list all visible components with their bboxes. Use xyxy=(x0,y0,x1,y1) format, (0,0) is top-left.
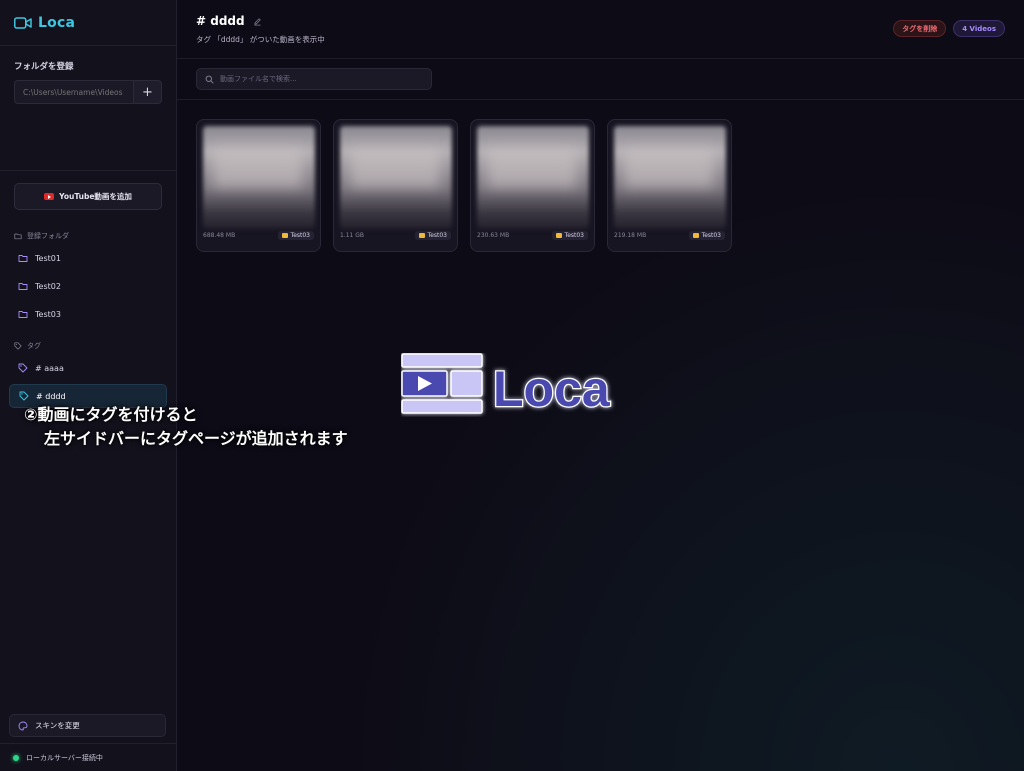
folder-register-title: フォルダを登録 xyxy=(14,62,74,72)
sidebar-item-label: Test02 xyxy=(35,281,61,291)
logo-text: Loca xyxy=(493,361,611,417)
sidebar-item-label: # dddd xyxy=(36,391,66,401)
search-icon xyxy=(205,75,214,84)
loca-logo: Loca xyxy=(401,353,612,417)
delete-tag-button[interactable]: タグを削除 xyxy=(893,20,947,37)
folder-icon xyxy=(18,255,28,262)
video-camera-icon xyxy=(14,16,32,29)
change-skin-button[interactable]: スキンを変更 xyxy=(9,714,166,737)
folders-header: 登録フォルダ xyxy=(0,229,176,243)
page-subtitle: タグ 「dddd」 がついた動画を表示中 xyxy=(196,35,325,44)
sidebar: Loca フォルダを登録 + YouTube動画を追加 登録フォルダ Test0… xyxy=(0,0,177,771)
file-size: 1.11 GB xyxy=(340,232,365,239)
video-meta: 230.63 MB Test03 xyxy=(477,231,588,240)
caption-line-1: ②動画にタグを付けると xyxy=(24,405,198,424)
folder-chip: Test03 xyxy=(688,231,725,240)
video-thumbnail[interactable] xyxy=(477,126,589,229)
video-meta: 1.11 GB Test03 xyxy=(340,231,451,240)
instruction-caption: ②動画にタグを付けると 左サイドバーにタグページが追加されます xyxy=(24,403,348,451)
add-folder-button[interactable]: + xyxy=(134,80,162,104)
video-meta: 219.18 MB Test03 xyxy=(614,231,725,240)
tags-header-label: タグ xyxy=(27,342,41,350)
sidebar-item-test02[interactable]: Test02 xyxy=(9,274,167,298)
video-card[interactable]: 1.11 GB Test03 xyxy=(333,119,458,252)
folder-icon xyxy=(18,311,28,318)
sidebar-item-label: Test01 xyxy=(35,253,61,263)
folder-chip: Test03 xyxy=(277,231,314,240)
file-size: 688.48 MB xyxy=(203,232,236,239)
folder-chip-label: Test03 xyxy=(427,232,447,239)
search-bar xyxy=(177,59,1024,100)
sidebar-item-label: # aaaa xyxy=(35,363,64,373)
file-size: 230.63 MB xyxy=(477,232,510,239)
edit-icon[interactable] xyxy=(253,17,262,26)
folder-register-section: フォルダを登録 + xyxy=(0,46,176,171)
tag-icon xyxy=(18,363,28,373)
sidebar-item-label: Test03 xyxy=(35,309,61,319)
youtube-icon xyxy=(44,193,55,200)
folder-chip-label: Test03 xyxy=(564,232,584,239)
tags-header: タグ xyxy=(0,339,176,353)
status-dot xyxy=(13,754,19,761)
sidebar-item-tag-aaaa[interactable]: # aaaa xyxy=(9,356,167,380)
add-youtube-label: YouTube動画を追加 xyxy=(59,192,132,201)
tag-icon xyxy=(19,391,29,401)
palette-icon xyxy=(18,721,28,730)
folder-icon xyxy=(281,233,288,238)
server-status-label: ローカルサーバー接続中 xyxy=(26,753,103,762)
brand: Loca xyxy=(0,0,176,46)
change-skin-label: スキンを変更 xyxy=(35,721,80,730)
search-box[interactable] xyxy=(196,68,432,90)
folder-chip: Test03 xyxy=(551,231,588,240)
file-size: 219.18 MB xyxy=(614,232,647,239)
video-grid: 688.48 MB Test03 1.11 GB Test03 230.63 M… xyxy=(196,119,732,252)
video-card[interactable]: 219.18 MB Test03 xyxy=(607,119,732,252)
folder-path-input[interactable] xyxy=(14,80,134,104)
folder-icon xyxy=(418,233,425,238)
add-youtube-button[interactable]: YouTube動画を追加 xyxy=(14,183,162,210)
search-input[interactable] xyxy=(220,75,420,83)
video-thumbnail[interactable] xyxy=(203,126,315,229)
app-name: Loca xyxy=(38,14,76,31)
page-header: # dddd タグ 「dddd」 がついた動画を表示中 タグを削除 4 Vide… xyxy=(177,0,1024,59)
page-title: # dddd xyxy=(196,14,1005,28)
page-title-text: # dddd xyxy=(196,14,245,28)
video-thumbnail[interactable] xyxy=(614,126,726,229)
sidebar-item-test01[interactable]: Test01 xyxy=(9,246,167,270)
caption-line-2: 左サイドバーにタグページが追加されます xyxy=(44,429,348,448)
video-card[interactable]: 688.48 MB Test03 xyxy=(196,119,321,252)
folder-icon xyxy=(692,233,699,238)
folder-path-row: + xyxy=(14,80,162,104)
folder-chip: Test03 xyxy=(414,231,451,240)
folder-chip-label: Test03 xyxy=(701,232,721,239)
sidebar-item-test03[interactable]: Test03 xyxy=(9,302,167,326)
tag-icon xyxy=(14,342,22,350)
video-card[interactable]: 230.63 MB Test03 xyxy=(470,119,595,252)
video-count-badge: 4 Videos xyxy=(953,20,1005,37)
header-actions: タグを削除 4 Videos xyxy=(893,20,1005,37)
video-meta: 688.48 MB Test03 xyxy=(203,231,314,240)
folder-icon xyxy=(14,233,22,240)
video-thumbnail[interactable] xyxy=(340,126,452,229)
folders-header-label: 登録フォルダ xyxy=(27,232,69,240)
server-status: ローカルサーバー接続中 xyxy=(0,743,176,771)
folder-chip-label: Test03 xyxy=(290,232,310,239)
folder-icon xyxy=(18,283,28,290)
folder-icon xyxy=(555,233,562,238)
